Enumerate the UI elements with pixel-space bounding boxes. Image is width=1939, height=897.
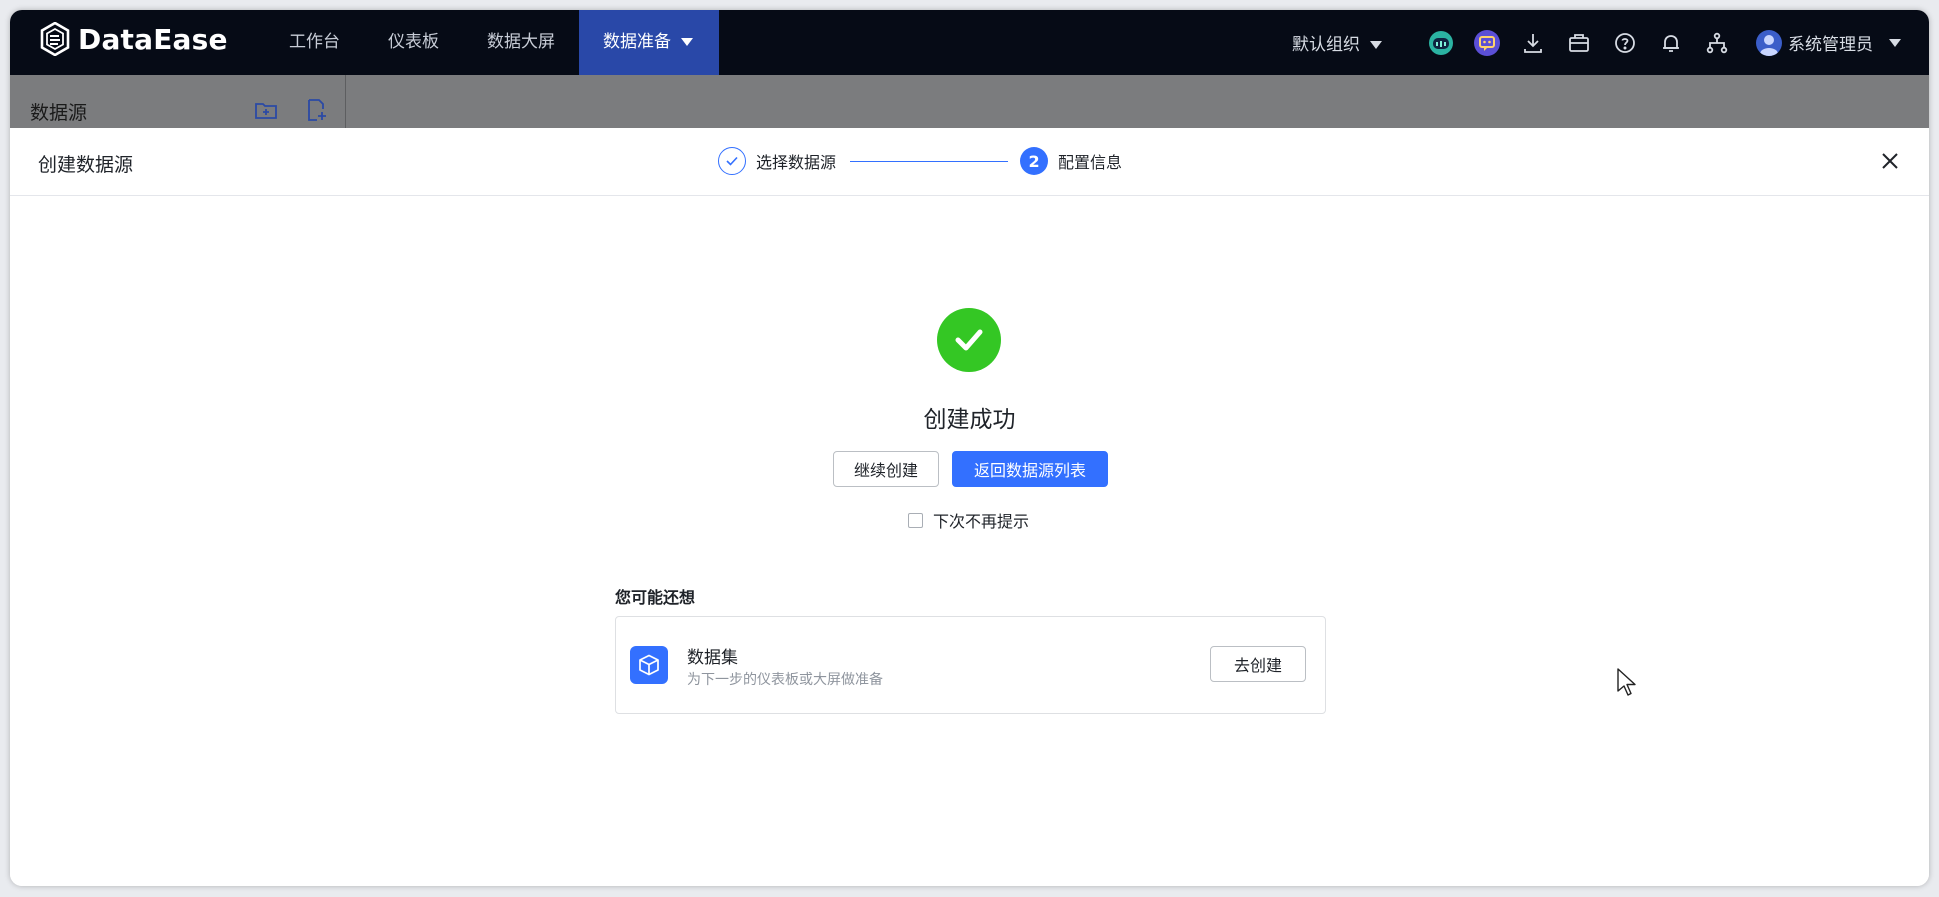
dont-remind-label: 下次不再提示 (933, 512, 1030, 531)
check-icon (955, 329, 983, 351)
nav-data-prep-label: 数据准备 (603, 32, 671, 52)
also-want-title: 您可能还想 (615, 588, 696, 607)
help-icon (1615, 32, 1635, 53)
card-description: 为下一步的仪表板或大屏做准备 (687, 672, 883, 688)
notifications-button[interactable] (1656, 28, 1686, 58)
ai-robot-icon (1429, 30, 1453, 55)
user-name: 系统管理员 (1788, 35, 1873, 55)
continue-create-button[interactable]: 继续创建 (833, 451, 939, 487)
new-file-icon[interactable] (303, 97, 329, 123)
step-1-label: 选择数据源 (756, 153, 837, 172)
step-connector (850, 160, 1009, 162)
chat-bot-icon (1474, 29, 1500, 56)
dataset-icon-box (630, 646, 668, 684)
briefcase-icon (1569, 33, 1589, 52)
copilot-button[interactable] (1472, 28, 1502, 58)
top-navbar: DataEase 工作台 仪表板 数据大屏 数据准备 默认组织 系统管理员 (10, 10, 1929, 75)
nav-data-prep[interactable]: 数据准备 (579, 10, 719, 75)
success-title: 创建成功 (923, 407, 1016, 433)
new-folder-icon[interactable] (253, 97, 279, 123)
underlying-page-header: 数据源 (10, 75, 1929, 128)
ai-assistant-button[interactable] (1426, 28, 1456, 58)
workspace-button[interactable] (1564, 28, 1594, 58)
dataset-suggestion-card: 数据集 为下一步的仪表板或大屏做准备 去创建 (615, 616, 1326, 714)
org-label: 默认组织 (1292, 35, 1360, 55)
steps: 选择数据源 2 配置信息 (718, 147, 1122, 175)
close-icon[interactable] (1879, 150, 1901, 172)
download-button[interactable] (1518, 28, 1548, 58)
drawer-header: 创建数据源 选择数据源 2 配置信息 (10, 128, 1929, 196)
step-2-label: 配置信息 (1058, 153, 1123, 172)
create-datasource-drawer: 创建数据源 选择数据源 2 配置信息 创建成功 继续创建 返回数据源列表 下次不… (10, 128, 1929, 886)
nav-data-screen[interactable]: 数据大屏 (463, 10, 579, 75)
mouse-cursor-icon (1617, 668, 1636, 696)
card-name: 数据集 (687, 648, 738, 668)
org-switcher[interactable]: 默认组织 (1292, 30, 1382, 55)
user-avatar-icon (1756, 29, 1782, 56)
sidebar-title: 数据源 (30, 102, 88, 124)
org-tree-button[interactable] (1702, 28, 1732, 58)
main-nav: 工作台 仪表板 数据大屏 数据准备 (265, 10, 719, 75)
dataease-logo-icon (40, 22, 70, 56)
org-tree-icon (1706, 32, 1728, 53)
cube-icon (639, 654, 659, 676)
dont-remind-checkbox[interactable] (908, 512, 923, 528)
caret-down-icon (1370, 41, 1382, 49)
go-create-button[interactable]: 去创建 (1210, 646, 1306, 682)
bell-icon (1663, 34, 1679, 52)
back-to-list-button[interactable]: 返回数据源列表 (952, 451, 1108, 487)
help-button[interactable] (1610, 28, 1640, 58)
logo-text: DataEase (78, 22, 228, 56)
download-icon (1524, 33, 1542, 53)
sidebar-divider (345, 75, 346, 128)
nav-dashboard[interactable]: 仪表板 (364, 10, 463, 75)
nav-workbench[interactable]: 工作台 (265, 10, 364, 75)
header-tools: 默认组织 系统管理员 (1292, 10, 1901, 75)
check-icon (726, 156, 738, 166)
logo[interactable]: DataEase (40, 22, 228, 56)
step-2-indicator: 2 (1020, 147, 1049, 175)
success-check-icon (937, 308, 1001, 372)
caret-down-icon (681, 38, 693, 46)
caret-down-icon (1889, 38, 1901, 47)
user-menu[interactable]: 系统管理员 (1756, 29, 1901, 56)
drawer-title: 创建数据源 (38, 154, 134, 176)
step-1-indicator (718, 147, 746, 175)
dont-remind-checkbox-row[interactable]: 下次不再提示 (908, 508, 1029, 532)
app-window: DataEase 工作台 仪表板 数据大屏 数据准备 默认组织 系统管理员 数据… (10, 10, 1929, 886)
